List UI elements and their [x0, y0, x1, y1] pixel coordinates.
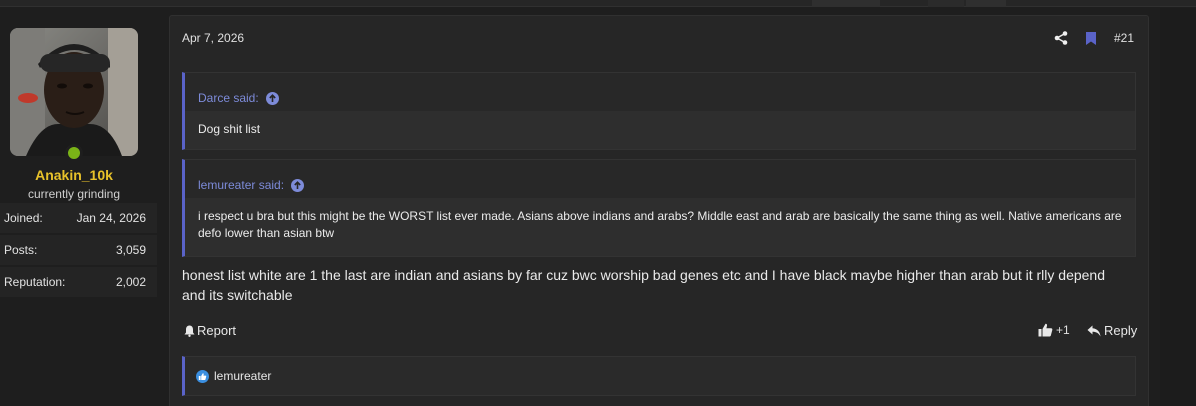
avatar[interactable]	[10, 28, 138, 156]
page-edge-gutter	[1160, 8, 1196, 406]
top-nav-strip	[0, 0, 1196, 7]
reactions-bar[interactable]: lemureater	[182, 356, 1136, 396]
arrow-up-circle-icon[interactable]	[291, 178, 305, 192]
reply-label: Reply	[1104, 323, 1138, 338]
quote-text: Dog shit list	[185, 111, 1135, 149]
bell-icon	[184, 325, 195, 337]
username[interactable]: Anakin_10k	[0, 167, 148, 183]
bookmark-icon[interactable]	[1085, 31, 1096, 45]
user-info-column: Anakin_10k currently grinding Joined: Ja…	[0, 16, 157, 406]
reaction-users[interactable]: lemureater	[214, 369, 271, 383]
post-container: Apr 7, 2026 #21 Darce said: Dog shit lis…	[169, 15, 1149, 406]
stat-value: 2,002	[115, 275, 146, 289]
stat-label: Joined:	[4, 211, 43, 225]
avatar-photo	[10, 28, 138, 156]
thumbs-up-icon	[1038, 323, 1053, 337]
quote-author[interactable]: Darce said:	[198, 91, 259, 105]
post-header-actions: #21	[1054, 29, 1134, 47]
nav-tab[interactable]	[812, 0, 880, 7]
reply-button[interactable]: Reply	[1087, 323, 1137, 338]
stat-value: Jan 24, 2026	[76, 211, 146, 225]
like-count: +1	[1056, 323, 1070, 337]
quote-block: Darce said: Dog shit list	[182, 72, 1136, 150]
stat-label: Reputation:	[4, 275, 66, 289]
quote-header[interactable]: lemureater said:	[185, 160, 1135, 198]
quote-author[interactable]: lemureater said:	[198, 178, 284, 192]
user-title: currently grinding	[27, 187, 121, 201]
reply-arrow-icon	[1087, 325, 1101, 336]
nav-tab[interactable]	[966, 0, 1006, 7]
quote-block: lemureater said: i respect u bra but thi…	[182, 159, 1136, 257]
online-status-indicator	[65, 144, 83, 162]
post-body: honest list white are 1 the last are ind…	[182, 267, 1105, 303]
report-button[interactable]: Report	[184, 323, 236, 338]
like-button[interactable]: +1	[1038, 323, 1070, 337]
stat-posts: Posts: 3,059	[0, 235, 157, 265]
post-date[interactable]: Apr 7, 2026	[182, 31, 244, 45]
post-number[interactable]: #21	[1114, 31, 1134, 45]
nav-tab[interactable]	[928, 0, 964, 7]
share-icon[interactable]	[1054, 31, 1068, 45]
stat-label: Posts:	[4, 243, 38, 257]
like-reaction-icon	[196, 369, 209, 383]
arrow-up-circle-icon[interactable]	[265, 91, 279, 105]
report-label: Report	[197, 323, 237, 338]
stat-value: 3,059	[115, 243, 146, 257]
quote-text: i respect u bra but this might be the WO…	[185, 198, 1135, 256]
quote-header[interactable]: Darce said:	[185, 73, 1135, 111]
stat-joined: Joined: Jan 24, 2026	[0, 203, 157, 233]
stat-reputation: Reputation: 2,002	[0, 267, 157, 297]
